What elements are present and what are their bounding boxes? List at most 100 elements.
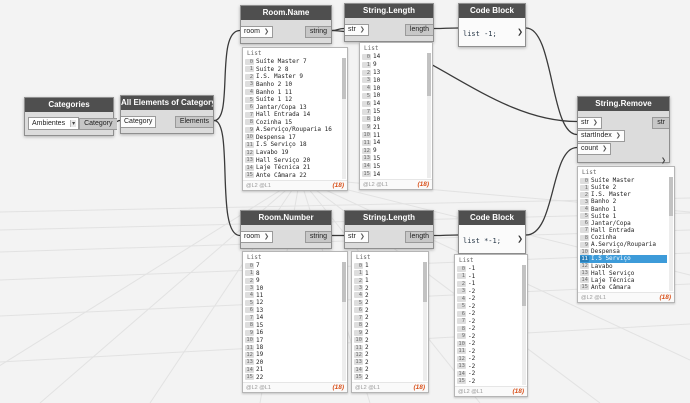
scrollbar[interactable]: [342, 262, 346, 381]
output-port-category[interactable]: Category: [79, 117, 117, 130]
list-item[interactable]: 9 16: [245, 329, 340, 336]
list-item[interactable]: 2 -1: [457, 280, 520, 288]
list-item[interactable]: 72: [354, 314, 421, 321]
list-item[interactable]: 15 Ante Câmara: [580, 284, 667, 291]
dynamo-canvas[interactable]: Categories Ambientes ▾ Category All Elem…: [0, 0, 690, 403]
list-item[interactable]: 15 2: [354, 374, 421, 381]
list-item[interactable]: 4 11: [245, 292, 340, 299]
list-item[interactable]: 4 -2: [457, 295, 520, 303]
list-item[interactable]: 5 Suíte 1 12: [245, 96, 340, 104]
code-block-text[interactable]: list -1;: [463, 30, 497, 38]
list-item[interactable]: 11 14: [362, 139, 425, 147]
list-item[interactable]: 0 Suíte Master: [580, 177, 667, 184]
list-item[interactable]: 14 2: [354, 366, 421, 373]
list-item[interactable]: 15 Ante Câmara 22: [245, 171, 340, 179]
node-string-remove[interactable]: String.Remove str ❯ str startIndex ❯ cou…: [577, 96, 670, 164]
list-item[interactable]: 2 I.S. Master 9: [245, 73, 340, 81]
scrollbar-thumb[interactable]: [423, 262, 427, 303]
output-port-str[interactable]: str: [652, 116, 669, 129]
list-item[interactable]: 4 Banho 1: [580, 206, 667, 213]
list-item[interactable]: 5 -2: [457, 303, 520, 311]
preview-bubble-string-length-bottom[interactable]: List 0 1 1 1 2 1 3 2 4 2 5 2 6 2 7 2 8 2 9 2 10 2 11 2 12 2 13 2 14 2…: [351, 251, 429, 393]
list-item[interactable]: 52: [354, 299, 421, 306]
list-item[interactable]: 11 18: [245, 344, 340, 351]
node-title[interactable]: String.Length: [345, 211, 433, 225]
list-item[interactable]: 6 Jantar/Copa: [580, 220, 667, 227]
list-item[interactable]: 1 Suíte 2: [580, 184, 667, 191]
node-title[interactable]: String.Length: [345, 4, 433, 18]
node-title[interactable]: Room.Number: [241, 211, 331, 225]
list-item[interactable]: 12 Lavabo 19: [245, 149, 340, 157]
list-item[interactable]: 13 20: [245, 359, 340, 366]
list-level-pills[interactable]: @L2 @L1: [246, 183, 271, 189]
list-item[interactable]: 6 13: [245, 307, 340, 314]
wire-stringlength-to-codeblock-top[interactable]: [433, 27, 459, 30]
node-title[interactable]: Categories: [25, 98, 113, 112]
node-title[interactable]: Room.Name: [241, 6, 331, 20]
list-item[interactable]: 3 10: [362, 76, 425, 84]
list-item[interactable]: 11 -2: [457, 348, 520, 356]
input-port-str[interactable]: str ❯: [345, 23, 369, 36]
wire-stringlength-to-codeblock-bottom[interactable]: [433, 234, 459, 237]
list-item[interactable]: 62: [354, 307, 421, 314]
list-item[interactable]: 6 14: [362, 100, 425, 108]
list-item[interactable]: 9 -2: [457, 333, 520, 341]
list-item[interactable]: 07: [245, 262, 340, 269]
list-item[interactable]: 10 -2: [457, 340, 520, 348]
input-port-room[interactable]: room ❯: [241, 230, 273, 243]
list-level-pills[interactable]: @L2 @L1: [246, 385, 271, 391]
scrollbar[interactable]: [522, 265, 526, 385]
list-item[interactable]: 7 Hall Entrada: [580, 227, 667, 234]
list-item[interactable]: 0 Suíte Master 7: [245, 58, 340, 66]
list-item[interactable]: 8 15: [245, 322, 340, 329]
list-item[interactable]: 12 -2: [457, 355, 520, 363]
list-item[interactable]: 12 19: [245, 351, 340, 358]
list-item[interactable]: 6 -2: [457, 310, 520, 318]
list-item[interactable]: 29: [245, 277, 340, 284]
list-item[interactable]: 2 13: [362, 69, 425, 77]
list-item[interactable]: 15 22: [245, 374, 340, 381]
list-item[interactable]: 7 -2: [457, 318, 520, 326]
wire-allelements-to-roomname[interactable]: [213, 29, 241, 122]
list-item[interactable]: 32: [354, 284, 421, 292]
output-port-string[interactable]: string: [304, 25, 331, 38]
list-level-pills[interactable]: @L2 @L1: [355, 385, 380, 391]
output-port-string[interactable]: string: [304, 230, 331, 243]
list-item[interactable]: 82: [354, 322, 421, 329]
categories-dropdown[interactable]: Ambientes ▾: [28, 117, 80, 130]
list-level-pills[interactable]: @L2 @L1: [458, 389, 483, 395]
list-item[interactable]: 5 12: [245, 299, 340, 306]
list-item[interactable]: 0 14: [362, 53, 425, 61]
list-item[interactable]: 5 Suíte 1: [580, 213, 667, 220]
list-item[interactable]: 15 -2: [457, 378, 520, 386]
list-item[interactable]: 8 10: [362, 116, 425, 124]
list-item[interactable]: 01: [354, 262, 421, 269]
preview-bubble-room-number[interactable]: List 0 7 1 8 2 9 3 10 4 11 5 12 6 13 7 14 8 15 9 16 10 17 11 18…: [242, 251, 348, 393]
node-string-length-top[interactable]: String.Length str ❯ length: [344, 3, 434, 42]
list-item[interactable]: 6 Jantar/Copa 13: [245, 103, 340, 111]
output-port-chevron-icon[interactable]: ❯: [517, 28, 523, 36]
preview-bubble-code-block[interactable]: List 0 -1 1 -1 2 -1 3 -2 4 -2 5 -2 6 -2 7 -2 8 -2 9 -2 10 -2 1…: [454, 254, 528, 397]
list-item[interactable]: 11 2: [354, 344, 421, 351]
node-room-name[interactable]: Room.Name room ❯ string: [240, 5, 332, 44]
scrollbar[interactable]: [669, 177, 673, 291]
output-port-chevron-icon[interactable]: ❯: [517, 235, 523, 243]
input-port-room[interactable]: room ❯: [241, 25, 273, 38]
wire-allelements-to-roomnumber[interactable]: [213, 119, 241, 237]
list-item[interactable]: 7 14: [245, 314, 340, 321]
list-item[interactable]: 4 Banho 1 11: [245, 88, 340, 96]
scrollbar-thumb[interactable]: [342, 58, 346, 100]
list-item[interactable]: 3 Banho 2: [580, 198, 667, 205]
input-port-startindex[interactable]: startIndex ❯: [578, 129, 625, 142]
output-port-length[interactable]: length: [404, 230, 433, 243]
list-item[interactable]: 19: [362, 61, 425, 69]
list-item[interactable]: 8 Cozinha: [580, 234, 667, 241]
output-port-length[interactable]: length: [404, 23, 433, 36]
input-port-str[interactable]: str ❯: [578, 116, 602, 129]
node-categories[interactable]: Categories Ambientes ▾ Category: [24, 97, 117, 136]
list-item[interactable]: 13 -2: [457, 363, 520, 371]
list-item[interactable]: 10 Despensa 17: [245, 134, 340, 142]
list-item[interactable]: 7 15: [362, 108, 425, 116]
list-item[interactable]: 12 Lavabo: [580, 263, 667, 270]
node-all-elements-of-category[interactable]: All Elements of Category Category Elemen…: [120, 95, 214, 134]
